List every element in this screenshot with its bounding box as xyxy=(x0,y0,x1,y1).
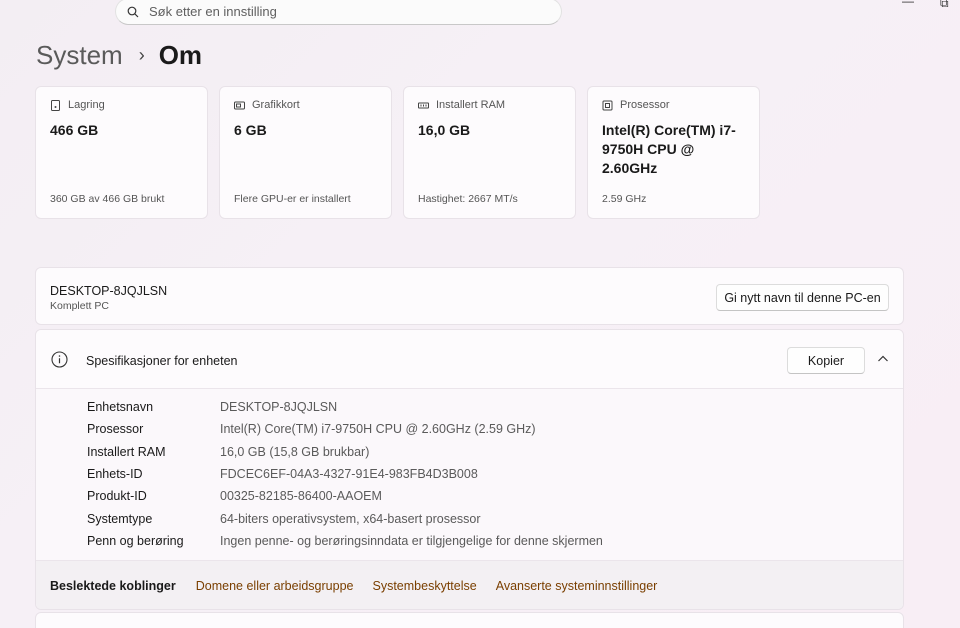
card-label: Grafikkort xyxy=(252,99,300,111)
device-specs-title: Spesifikasjoner for enheten xyxy=(86,354,238,368)
chevron-up-icon[interactable] xyxy=(877,353,889,365)
spec-value: 16,0 GB (15,8 GB brukbar) xyxy=(220,444,370,459)
pc-name-panel: DESKTOP-8JQJLSN Komplett PC Gi nytt navn… xyxy=(35,267,904,325)
spec-key: Produkt-ID xyxy=(87,489,147,504)
card-processor: Prosessor Intel(R) Core(TM) i7-9750H CPU… xyxy=(587,86,760,219)
card-ram: Installert RAM 16,0 GB Hastighet: 2667 M… xyxy=(403,86,576,219)
spec-value: 64-biters operativsystem, x64-basert pro… xyxy=(220,511,481,526)
spec-value: Ingen penne- og berøringsinndata er tilg… xyxy=(220,533,603,548)
spec-row-product-id: Produkt-ID 00325-82185-86400-AAOEM xyxy=(87,485,603,507)
next-panel xyxy=(35,612,904,628)
search-icon xyxy=(127,6,139,17)
processor-icon xyxy=(602,100,613,110)
related-links-bar: Beslektede koblinger Domene eller arbeid… xyxy=(36,560,903,609)
card-sub: 360 GB av 466 GB brukt xyxy=(50,193,165,205)
card-value: 466 GB xyxy=(50,122,99,138)
card-label: Installert RAM xyxy=(436,99,506,111)
card-sub: Flere GPU-er er installert xyxy=(234,193,351,205)
spec-cards: Lagring 466 GB 360 GB av 466 GB brukt Gr… xyxy=(35,86,760,219)
spec-key: Enhets-ID xyxy=(87,467,143,482)
card-graphics: Grafikkort 6 GB Flere GPU-er er installe… xyxy=(219,86,392,219)
info-icon xyxy=(51,351,68,368)
link-system-protection[interactable]: Systembeskyttelse xyxy=(372,579,476,593)
breadcrumb-system[interactable]: System xyxy=(36,40,123,71)
spec-value: DESKTOP-8JQJLSN xyxy=(220,400,338,415)
spec-row-ram: Installert RAM 16,0 GB (15,8 GB brukbar) xyxy=(87,441,603,463)
search-box[interactable]: Søk etter en innstilling xyxy=(115,0,562,25)
card-value: Intel(R) Core(TM) i7-9750H CPU @ 2.60GHz xyxy=(602,122,736,176)
card-storage: Lagring 466 GB 360 GB av 466 GB brukt xyxy=(35,86,208,219)
rename-pc-button[interactable]: Gi nytt navn til denne PC-en xyxy=(716,284,889,311)
card-value: 6 GB xyxy=(234,122,267,138)
device-specs-panel: Spesifikasjoner for enheten Kopier Enhet… xyxy=(35,329,904,610)
card-sub: Hastighet: 2667 MT/s xyxy=(418,193,518,205)
copy-button[interactable]: Kopier xyxy=(787,347,865,374)
chevron-right-icon: › xyxy=(138,44,145,65)
spec-row-system-type: Systemtype 64-biters operativsystem, x64-… xyxy=(87,507,603,529)
minimize-button[interactable]: — xyxy=(902,0,914,8)
link-domain-workgroup[interactable]: Domene eller arbeidsgruppe xyxy=(196,579,354,593)
search-placeholder: Søk etter en innstilling xyxy=(149,4,277,19)
spec-value: 00325-82185-86400-AAOEM xyxy=(220,489,382,504)
spec-row-device-name: Enhetsnavn DESKTOP-8JQJLSN xyxy=(87,396,603,418)
graphics-card-icon xyxy=(234,101,245,109)
link-advanced-settings[interactable]: Avanserte systeminnstillinger xyxy=(496,579,658,593)
spec-key: Systemtype xyxy=(87,511,153,526)
page-title: Om xyxy=(158,39,203,70)
spec-row-processor: Prosessor Intel(R) Core(TM) i7-9750H CPU … xyxy=(87,418,603,440)
card-label: Prosessor xyxy=(620,99,670,111)
spec-value: Intel(R) Core(TM) i7-9750H CPU @ 2.60GHz… xyxy=(220,422,536,437)
spec-key: Enhetsnavn xyxy=(87,400,154,415)
spec-row-device-id: Enhets-ID FDCEC6EF-04A3-4327-91E4-983FB4D… xyxy=(87,463,603,485)
spec-row-pen-touch: Penn og berøring Ingen penne- og berøring… xyxy=(87,530,603,552)
card-label: Lagring xyxy=(68,99,105,111)
breadcrumb: System › Om xyxy=(36,38,202,72)
related-links-label: Beslektede koblinger xyxy=(50,579,176,593)
storage-icon xyxy=(51,99,60,111)
device-specs-header[interactable]: Spesifikasjoner for enheten Kopier xyxy=(36,330,903,389)
card-sub: 2.59 GHz xyxy=(602,193,647,205)
spec-key: Penn og berøring xyxy=(87,533,184,548)
ram-icon xyxy=(418,102,429,108)
spec-key: Prosessor xyxy=(87,422,144,437)
restore-button[interactable]: ⧉ xyxy=(940,0,949,11)
spec-list: Enhetsnavn DESKTOP-8JQJLSN Prosessor Intel… xyxy=(87,396,603,552)
card-value: 16,0 GB xyxy=(418,122,471,138)
spec-value: FDCEC6EF-04A3-4327-91E4-983FB4D3B008 xyxy=(220,467,478,482)
spec-key: Installert RAM xyxy=(87,444,166,459)
